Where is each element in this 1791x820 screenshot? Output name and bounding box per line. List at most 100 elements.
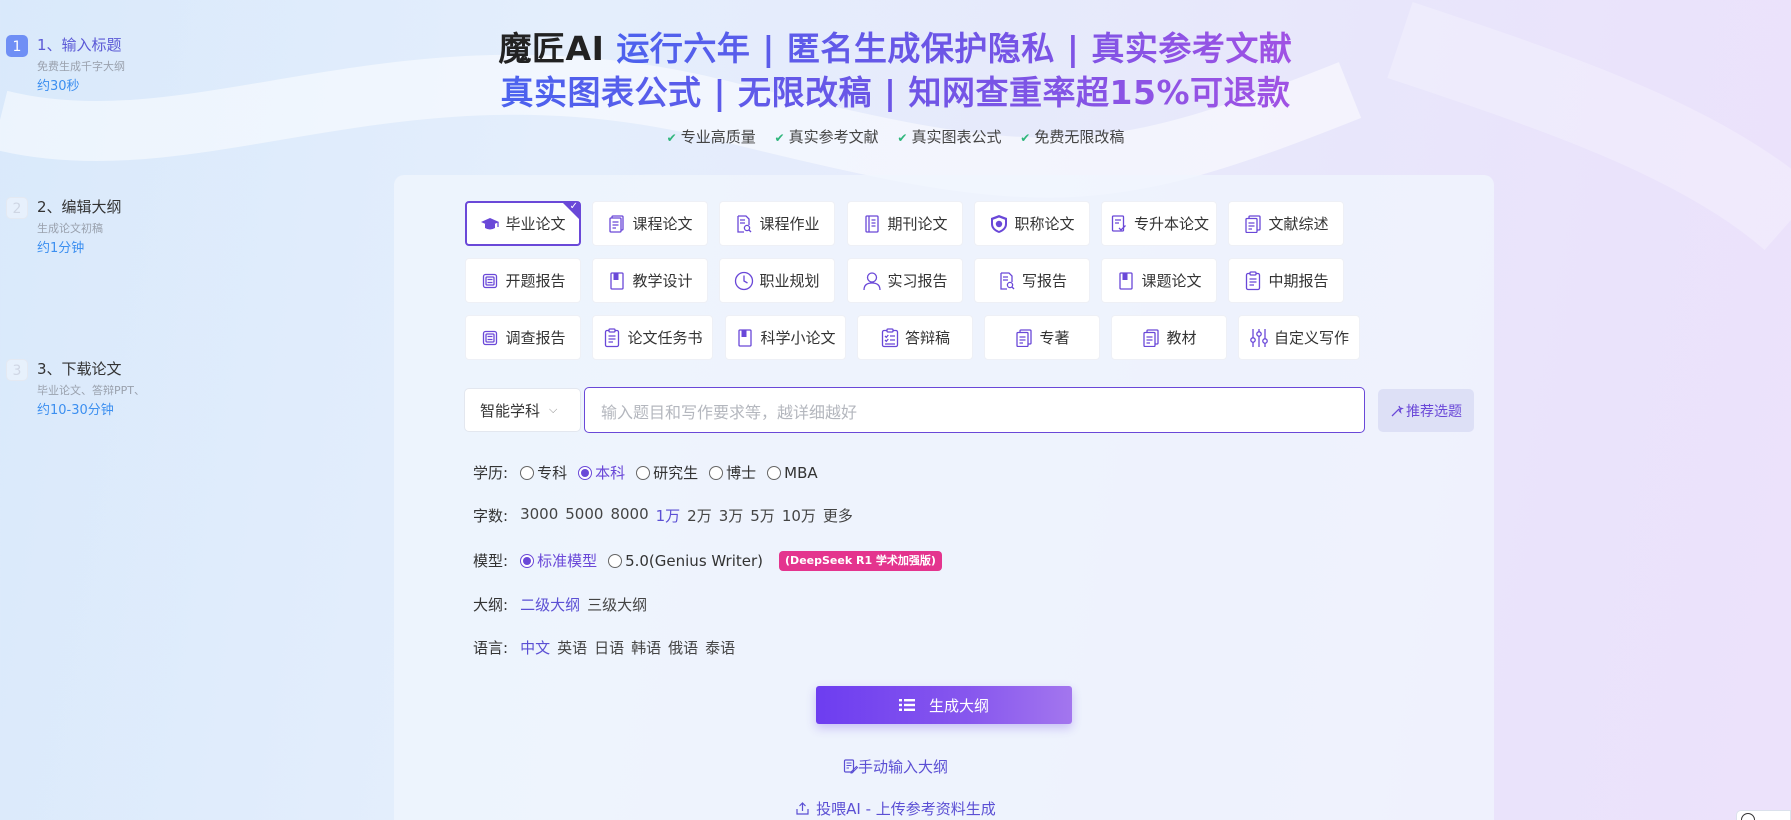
recommend-topic-button[interactable]: 推荐选题 — [1378, 389, 1474, 432]
model-option-2[interactable]: 5.0(Genius Writer) — [608, 552, 763, 570]
paper-type-label: 自定义写作 — [1273, 329, 1349, 347]
feature-item: ✔ 真实图表公式 — [897, 128, 1002, 146]
headline-line-1: 魔匠AI 运行六年 | 匿名生成保护隐私 | 真实参考文献 — [0, 28, 1791, 70]
step-2: 2 2、编辑大纲 生成论文初稿 约1分钟 — [6, 196, 166, 358]
degree-option-3[interactable]: 研究生 — [636, 462, 698, 483]
document-check-icon — [1109, 214, 1129, 234]
shield-badge-icon — [989, 214, 1009, 234]
paper-type-19[interactable]: 专著 — [984, 315, 1100, 360]
paper-type-21[interactable]: 自定义写作 — [1238, 315, 1360, 360]
paper-type-label: 文献综述 — [1268, 215, 1329, 233]
paper-type-label: 职业规划 — [759, 272, 820, 290]
word-count-option-5[interactable]: 2万 — [687, 505, 712, 526]
headline-text-1: 运行六年 | 匿名生成保护隐私 | 真实参考文献 — [604, 29, 1293, 68]
paper-type-1[interactable]: 毕业论文 ✓ — [465, 201, 581, 246]
paper-type-13[interactable]: 课题论文 — [1101, 258, 1217, 303]
topic-input[interactable] — [584, 387, 1365, 433]
journal-icon — [862, 214, 882, 234]
graduation-cap-icon — [480, 214, 500, 234]
step-time: 约1分钟 — [37, 241, 85, 256]
radio-icon — [520, 465, 535, 480]
step-3: 3 3、下载论文 毕业论文、答辩PPT、 约10-30分钟 — [6, 358, 166, 520]
language-option-4[interactable]: 韩语 — [631, 637, 661, 658]
word-count-option-8[interactable]: 10万 — [782, 505, 816, 526]
degree-option-5[interactable]: MBA — [767, 462, 818, 483]
language-option-1[interactable]: 中文 — [520, 637, 550, 658]
feature-list: ✔ 专业高质量 ✔ 真实参考文献 ✔ 真实图表公式 ✔ 免费无限改稿 — [0, 126, 1791, 147]
upload-reference-link[interactable]: 投喂AI - 上传参考资料生成 — [0, 798, 1791, 819]
word-count-row: 字数: 3000 5000 8000 1万 2万 3万 5万 10万 更多 — [473, 505, 860, 526]
outline-row: 大纲: 二级大纲 三级大纲 — [473, 594, 654, 615]
paper-type-6[interactable]: 专升本论文 — [1101, 201, 1217, 246]
outline-option-1[interactable]: 二级大纲 — [520, 594, 580, 615]
word-count-option-6[interactable]: 3万 — [719, 505, 744, 526]
paper-type-3[interactable]: 课程作业 — [719, 201, 835, 246]
degree-option-4[interactable]: 博士 — [709, 462, 756, 483]
feature-item: ✔ 专业高质量 — [666, 128, 756, 146]
paper-type-16[interactable]: 论文任务书 — [592, 315, 713, 360]
word-count-option-2[interactable]: 5000 — [565, 505, 603, 526]
wand-icon — [1390, 404, 1404, 418]
documents-icon — [1014, 328, 1034, 348]
clipboard-icon — [1243, 270, 1263, 291]
subject-select[interactable]: 智能学科 ⌵ — [464, 388, 581, 432]
word-count-option-7[interactable]: 5万 — [750, 505, 775, 526]
paper-type-8[interactable]: 开题报告 — [465, 258, 581, 303]
headline-line-2: 真实图表公式 | 无限改稿 | 知网查重率超15%可退款 — [0, 72, 1791, 114]
word-count-option-3[interactable]: 8000 — [610, 505, 648, 526]
paper-type-15[interactable]: 调查报告 — [465, 315, 581, 360]
person-icon — [862, 271, 882, 291]
language-option-6[interactable]: 泰语 — [705, 637, 735, 658]
paper-type-12[interactable]: 写报告 — [974, 258, 1090, 303]
degree-option-1[interactable]: 专科 — [520, 462, 567, 483]
sliders-icon — [1249, 328, 1269, 348]
generate-outline-label: 生成大纲 — [928, 696, 989, 715]
model-option-1[interactable]: 标准模型 — [520, 550, 597, 571]
paper-type-5[interactable]: 职称论文 — [974, 201, 1090, 246]
outline-label: 大纲: — [473, 596, 509, 614]
degree-option-label: 研究生 — [653, 464, 699, 482]
paper-type-17[interactable]: 科学小论文 — [725, 315, 846, 360]
document-icon — [607, 214, 627, 234]
language-option-3[interactable]: 日语 — [594, 637, 624, 658]
paper-type-14[interactable]: 中期报告 — [1228, 258, 1344, 303]
report-icon — [480, 328, 500, 348]
generate-outline-button[interactable]: 生成大纲 — [816, 686, 1072, 724]
degree-option-label: 本科 — [595, 464, 626, 482]
paper-type-2[interactable]: 课程论文 — [592, 201, 708, 246]
degree-option-2[interactable]: 本科 — [578, 462, 625, 483]
documents-icon — [1243, 214, 1263, 234]
model-option-label: 5.0(Genius Writer) — [625, 551, 764, 570]
help-icon — [1741, 813, 1755, 820]
paper-type-label: 中期报告 — [1268, 272, 1329, 290]
edit-document-icon — [843, 759, 858, 774]
subject-select-value: 智能学科 — [480, 401, 541, 420]
step-title: 3、下载论文 — [37, 360, 122, 378]
paper-type-10[interactable]: 职业规划 — [719, 258, 835, 303]
outline-option-2[interactable]: 三级大纲 — [587, 594, 647, 615]
help-widget[interactable] — [1736, 810, 1791, 820]
word-count-option-1[interactable]: 3000 — [520, 505, 558, 526]
paper-type-label: 期刊论文 — [887, 215, 948, 233]
paper-type-label: 专升本论文 — [1133, 215, 1209, 233]
paper-type-11[interactable]: 实习报告 — [847, 258, 963, 303]
language-option-2[interactable]: 英语 — [557, 637, 587, 658]
paper-type-9[interactable]: 教学设计 — [592, 258, 708, 303]
word-count-option-4[interactable]: 1万 — [656, 505, 681, 526]
paper-type-label: 答辩稿 — [904, 329, 950, 347]
document-search-icon — [997, 271, 1017, 291]
paper-type-4[interactable]: 期刊论文 — [847, 201, 963, 246]
paper-type-7[interactable]: 文献综述 — [1228, 201, 1344, 246]
radio-icon — [578, 465, 593, 480]
manual-outline-link[interactable]: 手动输入大纲 — [0, 756, 1791, 777]
clock-icon — [734, 271, 754, 291]
word-count-option-9[interactable]: 更多 — [823, 505, 853, 526]
paper-type-20[interactable]: 教材 — [1111, 315, 1227, 360]
step-time: 约10-30分钟 — [37, 403, 114, 418]
language-option-5[interactable]: 俄语 — [668, 637, 698, 658]
language-row: 语言: 中文 英语 日语 韩语 俄语 泰语 — [473, 637, 742, 658]
book-icon — [735, 328, 755, 348]
paper-type-18[interactable]: 答辩稿 — [857, 315, 973, 360]
step-number: 3 — [6, 359, 28, 381]
paper-type-label: 教材 — [1166, 329, 1197, 347]
